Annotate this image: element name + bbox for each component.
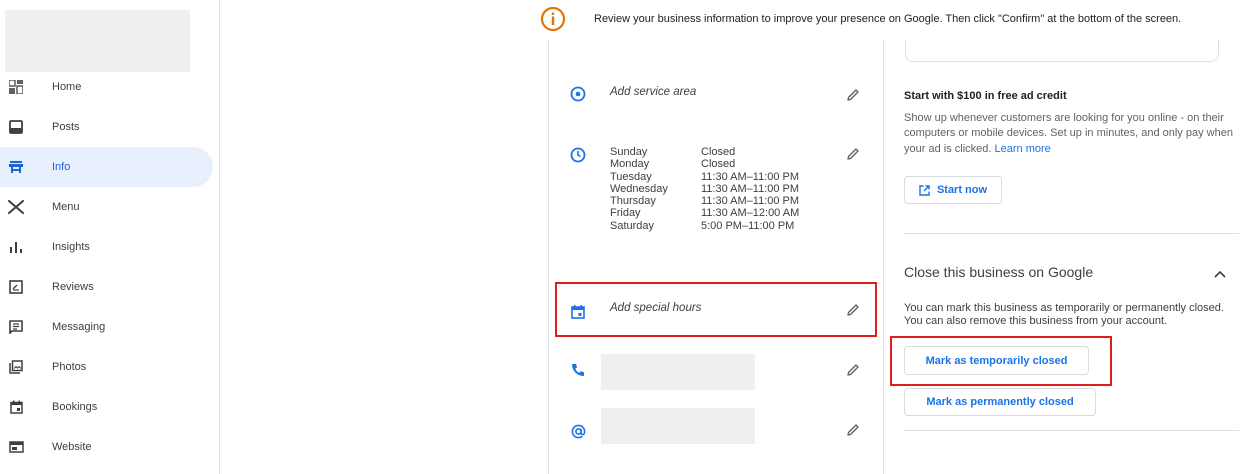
section-divider bbox=[904, 233, 1239, 234]
ad-credit-title: Start with $100 in free ad credit bbox=[904, 90, 1067, 102]
ad-credit-description: Show up whenever customers are looking f… bbox=[904, 111, 1239, 157]
chevron-up-icon[interactable] bbox=[1212, 266, 1228, 282]
previous-card-edge bbox=[905, 40, 1219, 62]
sidebar-item-label: Website bbox=[52, 441, 92, 453]
dashboard-icon bbox=[6, 77, 26, 97]
hours-day: Thursday bbox=[610, 195, 656, 208]
edit-phone-icon[interactable] bbox=[843, 360, 863, 380]
sidebar-item-home[interactable]: Home bbox=[0, 67, 213, 107]
hours-day: Saturday bbox=[610, 219, 655, 232]
sidebar-item-info[interactable]: Info bbox=[0, 147, 213, 187]
business-logo-placeholder bbox=[5, 10, 190, 72]
review-info-banner: Review your business information to impr… bbox=[540, 6, 1253, 36]
edit-special-hours-icon[interactable] bbox=[843, 300, 863, 320]
hours-time: 5:00 PM–11:00 PM bbox=[701, 219, 795, 232]
hours-row: Wednesday 11:30 AM–11:00 PM bbox=[610, 183, 799, 195]
sidebar-item-label: Posts bbox=[52, 121, 80, 133]
ad-description-text: Show up whenever customers are looking f… bbox=[904, 112, 1233, 155]
bar-chart-icon bbox=[6, 237, 26, 257]
start-now-button[interactable]: Start now bbox=[904, 176, 1002, 204]
sidebar-item-label: Reviews bbox=[52, 281, 94, 293]
section-divider bbox=[904, 430, 1239, 431]
banner-message: Review your business information to impr… bbox=[594, 13, 1182, 25]
start-now-label: Start now bbox=[936, 184, 988, 196]
hours-row: Thursday 11:30 AM–11:00 PM bbox=[610, 195, 799, 207]
calendar-icon bbox=[6, 397, 26, 417]
sidebar: Home Posts Info Menu Insights Reviews Me… bbox=[0, 0, 220, 474]
phone-icon bbox=[569, 361, 587, 379]
hours-time: 11:30 AM–11:00 PM bbox=[701, 182, 800, 195]
business-info-panel: Add service area Sunday Closed Monday Clos… bbox=[548, 40, 884, 474]
hours-row: Sunday Closed bbox=[610, 146, 799, 158]
sidebar-item-menu[interactable]: Menu bbox=[0, 187, 213, 227]
service-area-label[interactable]: Add service area bbox=[610, 86, 696, 98]
hours-day: Wednesday bbox=[610, 182, 668, 195]
sidebar-item-photos[interactable]: Photos bbox=[0, 347, 213, 387]
hours-row: Tuesday 11:30 AM–11:00 PM bbox=[610, 171, 799, 183]
location-pin-icon bbox=[569, 85, 587, 103]
hours-row: Friday 11:30 AM–12:00 AM bbox=[610, 207, 799, 219]
hours-time: Closed bbox=[701, 146, 736, 158]
mark-temporarily-closed-button[interactable]: Mark as temporarily closed bbox=[904, 346, 1089, 375]
open-in-new-icon bbox=[919, 184, 930, 196]
special-hours-highlight bbox=[555, 282, 877, 337]
sidebar-item-label: Bookings bbox=[52, 401, 98, 413]
special-hours-label[interactable]: Add special hours bbox=[610, 302, 701, 314]
hours-time: Closed bbox=[701, 158, 736, 171]
phone-number-placeholder bbox=[601, 354, 755, 390]
photos-icon bbox=[6, 357, 26, 377]
edit-hours-icon[interactable] bbox=[843, 144, 863, 164]
sidebar-item-label: Photos bbox=[52, 361, 87, 373]
edit-website-icon[interactable] bbox=[843, 420, 863, 440]
sidebar-item-insights[interactable]: Insights bbox=[0, 227, 213, 267]
hours-time: 11:30 AM–12:00 AM bbox=[701, 207, 800, 220]
review-icon bbox=[6, 277, 26, 297]
close-business-title: Close this business on Google bbox=[904, 264, 1094, 280]
storefront-icon bbox=[6, 157, 26, 177]
hours-row: Monday Closed bbox=[610, 158, 799, 170]
mark-permanently-closed-button[interactable]: Mark as permanently closed bbox=[904, 388, 1096, 416]
hours-day: Tuesday bbox=[610, 170, 652, 183]
utensils-icon bbox=[6, 197, 26, 217]
learn-more-link[interactable]: Learn more bbox=[995, 143, 1051, 155]
sidebar-item-reviews[interactable]: Reviews bbox=[0, 267, 213, 307]
hours-time: 11:30 AM–11:00 PM bbox=[701, 170, 800, 183]
posts-icon bbox=[6, 117, 26, 137]
calendar-event-icon bbox=[569, 302, 587, 320]
sidebar-item-website[interactable]: Website bbox=[0, 427, 213, 467]
sidebar-item-bookings[interactable]: Bookings bbox=[0, 387, 213, 427]
website-placeholder bbox=[601, 408, 755, 444]
message-icon bbox=[6, 317, 26, 337]
clock-icon bbox=[569, 146, 587, 164]
info-icon bbox=[540, 6, 566, 32]
sidebar-item-posts[interactable]: Posts bbox=[0, 107, 213, 147]
close-business-description: You can mark this business as temporaril… bbox=[904, 302, 1224, 327]
business-hours-list[interactable]: Sunday Closed Monday Closed Tuesday 11:30 A… bbox=[610, 146, 799, 232]
sidebar-item-label: Menu bbox=[52, 201, 80, 213]
hours-time: 11:30 AM–11:00 PM bbox=[701, 195, 800, 208]
sidebar-item-label: Insights bbox=[52, 241, 90, 253]
hours-row: Saturday 5:00 PM–11:00 PM bbox=[610, 220, 799, 232]
hours-day: Monday bbox=[610, 158, 650, 171]
sidebar-item-label: Info bbox=[52, 161, 71, 173]
right-panel: Start with $100 in free ad credit Show u… bbox=[885, 40, 1253, 474]
hours-day: Sunday bbox=[610, 146, 648, 158]
sidebar-item-messaging[interactable]: Messaging bbox=[0, 307, 213, 347]
at-sign-icon bbox=[569, 422, 587, 440]
sidebar-item-label: Home bbox=[52, 81, 82, 93]
sidebar-item-label: Messaging bbox=[52, 321, 106, 333]
edit-service-area-icon[interactable] bbox=[843, 85, 863, 105]
website-icon bbox=[6, 437, 26, 457]
hours-day: Friday bbox=[610, 207, 641, 220]
